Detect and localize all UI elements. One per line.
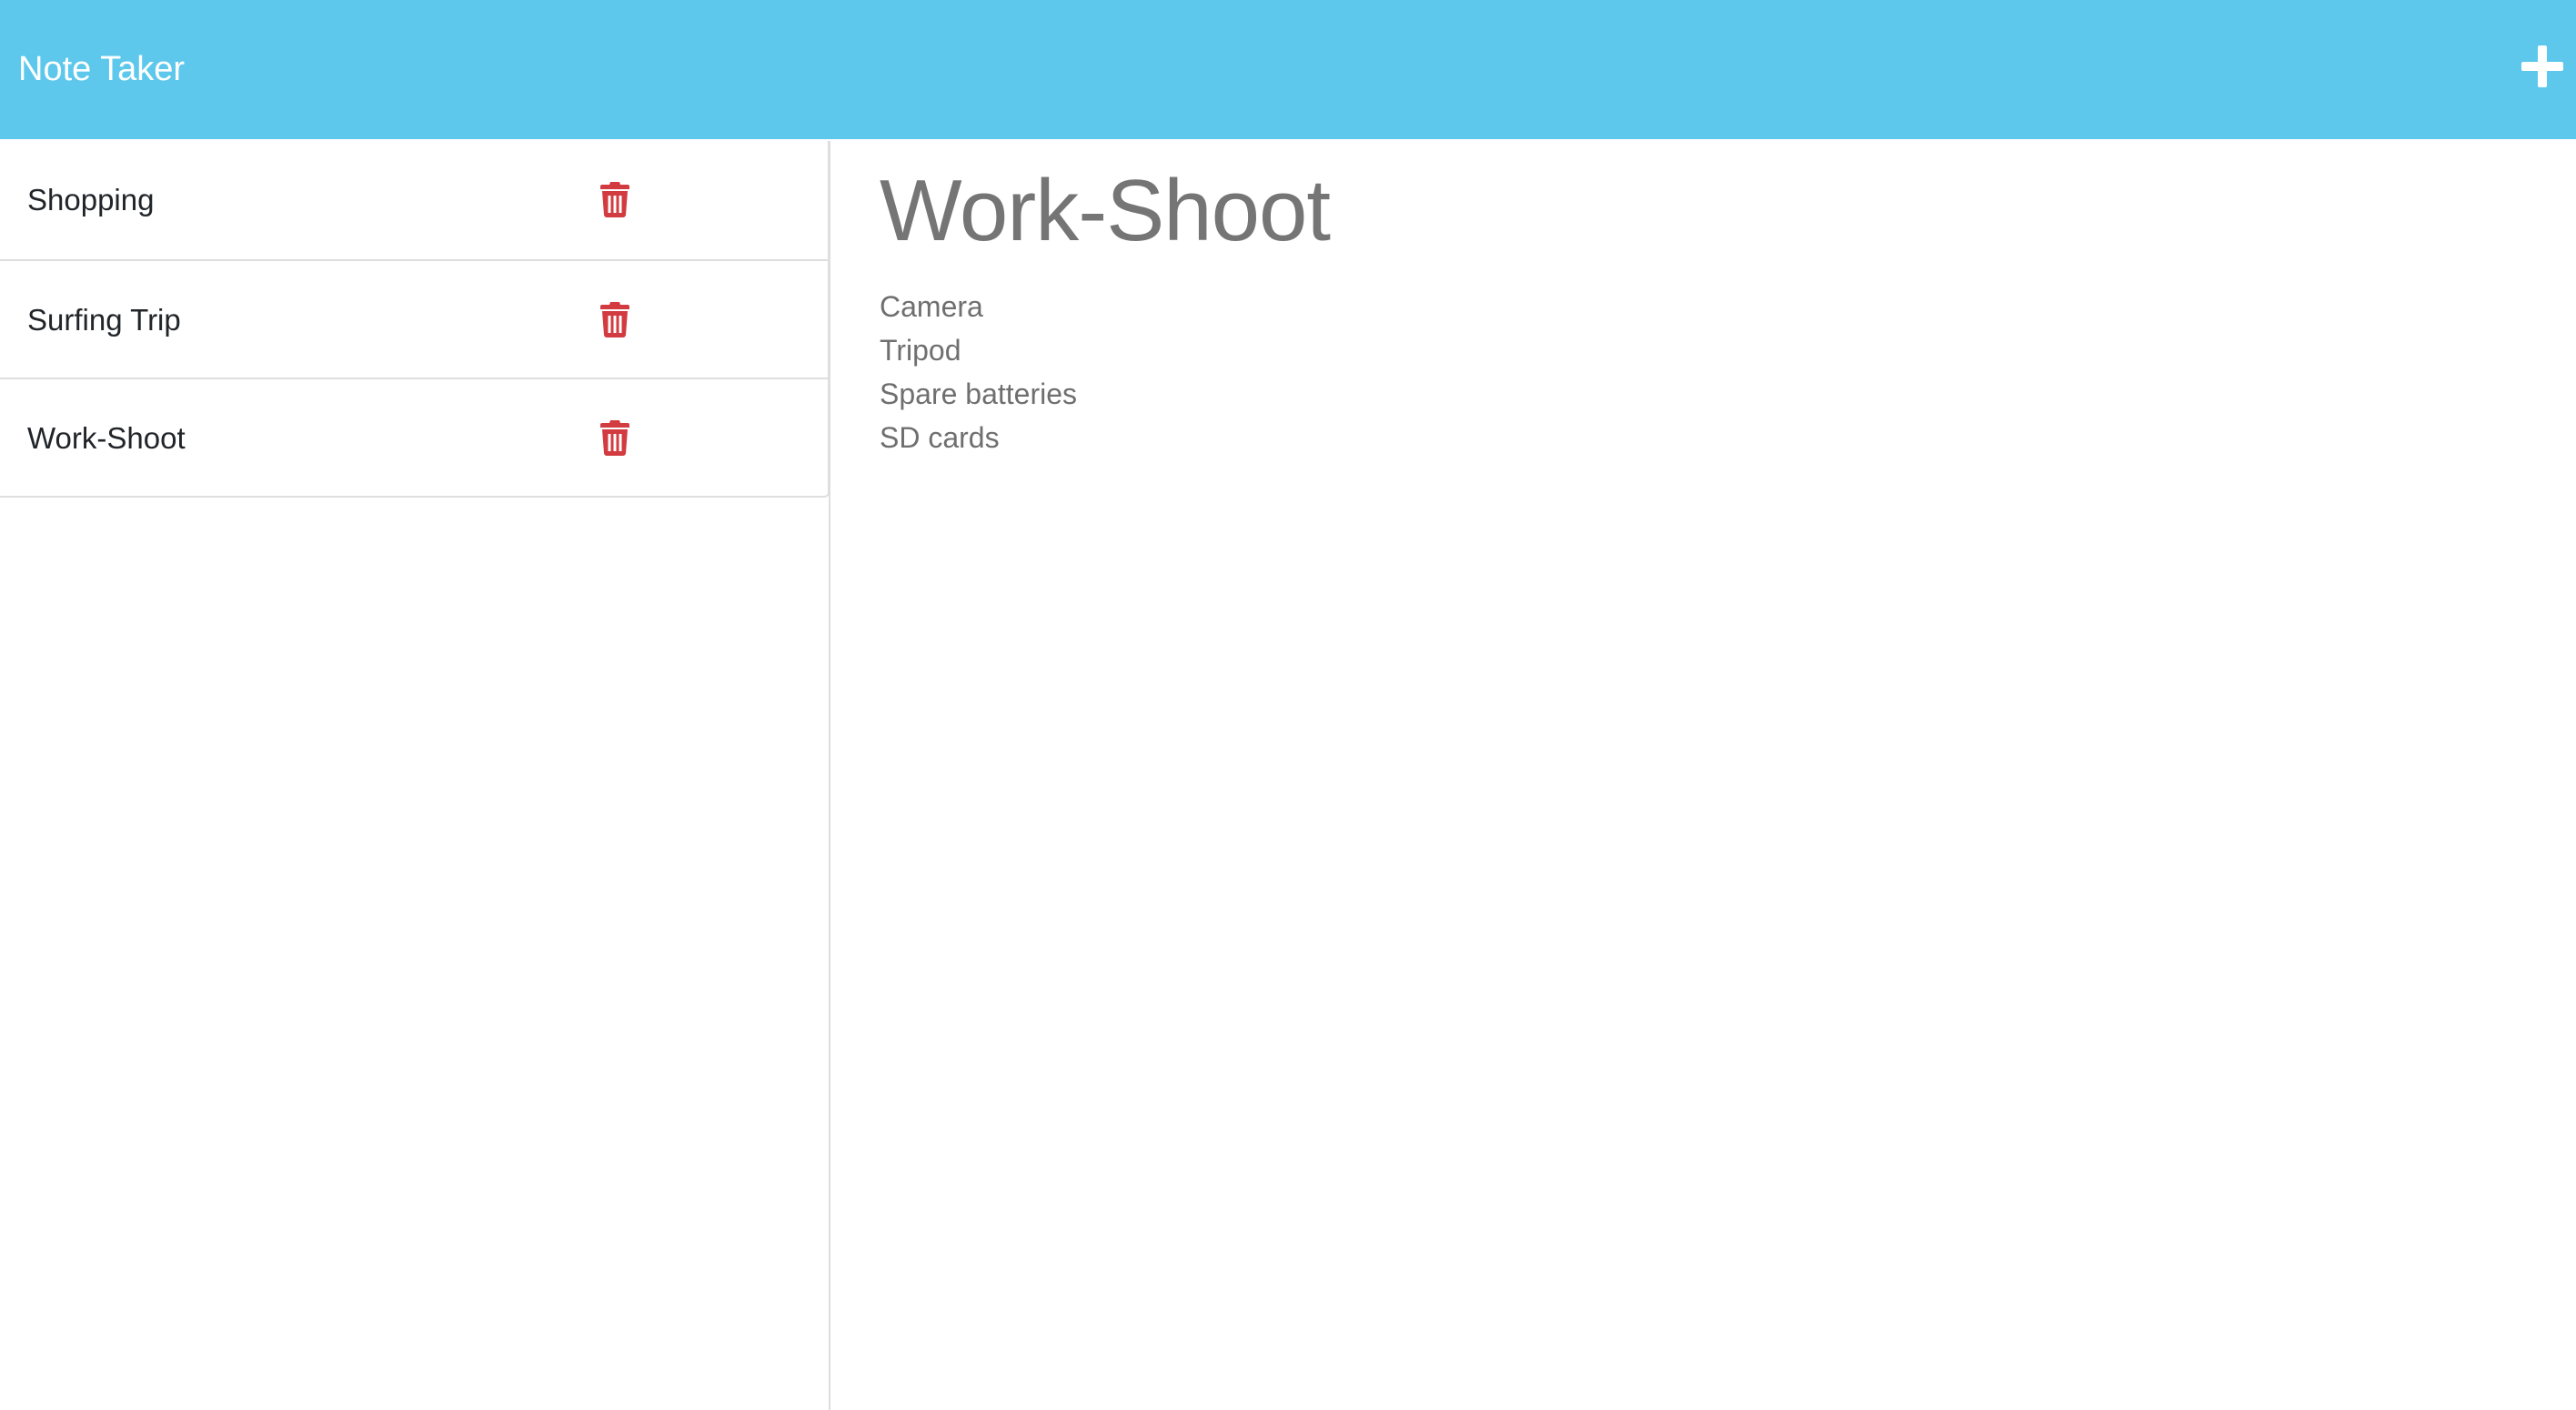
note-text-area[interactable]: Camera Tripod Spare batteries SD cards — [880, 285, 1077, 459]
note-list-item-surfing-trip[interactable]: Surfing Trip — [0, 259, 828, 378]
note-text-line: Tripod — [880, 334, 961, 367]
trash-icon[interactable] — [600, 181, 629, 217]
note-list: Shopping Surfing Trip Work-Shoot — [0, 141, 830, 498]
navbar: Note Taker — [0, 0, 2576, 139]
note-list-item-title: Work-Shoot — [27, 421, 186, 455]
note-title-input[interactable]: Work-Shoot — [880, 161, 1331, 261]
notes-sidebar: Shopping Surfing Trip Work-Shoot — [0, 141, 830, 1410]
note-list-item-work-shoot[interactable]: Work-Shoot — [0, 378, 828, 496]
app-title[interactable]: Note Taker — [18, 0, 185, 139]
note-text-line: Spare batteries — [880, 378, 1078, 410]
trash-icon[interactable] — [600, 419, 629, 456]
note-editor: Work-Shoot Camera Tripod Spare batteries… — [832, 141, 2576, 1410]
note-text-line: Camera — [880, 290, 983, 323]
note-list-item-title: Surfing Trip — [27, 303, 181, 337]
trash-icon[interactable] — [600, 301, 629, 337]
note-list-item-title: Shopping — [27, 183, 155, 217]
note-list-item-shopping[interactable]: Shopping — [0, 141, 828, 259]
note-text-line: SD cards — [880, 421, 1000, 454]
new-note-plus-icon[interactable] — [2521, 45, 2563, 87]
